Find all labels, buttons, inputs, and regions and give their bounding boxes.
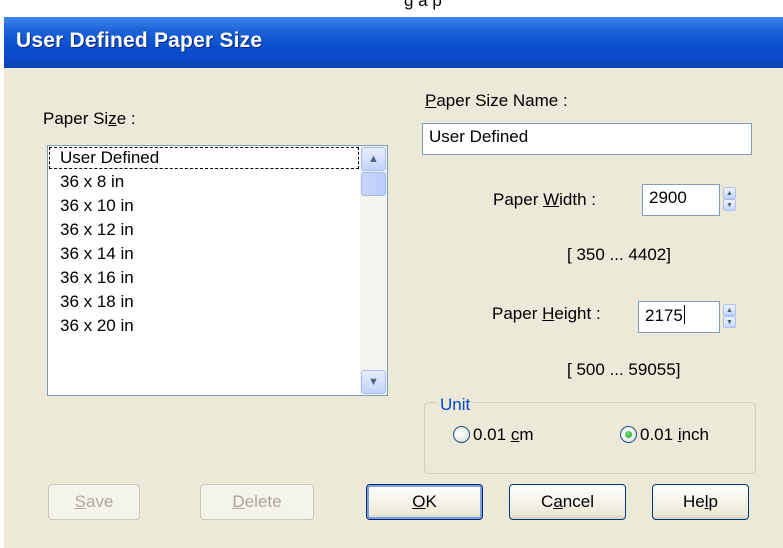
paper-size-name-label: Paper Size Name : <box>425 91 568 110</box>
background-window-text: g a p <box>404 0 442 10</box>
unit-inch-label[interactable]: 0.01 inch <box>640 425 709 445</box>
paper-width-spinner[interactable]: ▲ ▼ <box>723 187 736 211</box>
paper-width-label: Paper Width : <box>493 190 596 209</box>
paper-size-list-item[interactable]: 36 x 20 in <box>48 314 360 338</box>
cancel-button[interactable]: Ca ncel <box>509 484 626 520</box>
paper-height-spinner[interactable]: ▲ ▼ <box>723 304 736 328</box>
ok-button[interactable]: OK <box>366 484 483 520</box>
unit-cm-label[interactable]: 0.01 cm <box>473 425 533 445</box>
paper-size-list-item[interactable]: 36 x 8 in <box>48 170 360 194</box>
scroll-thumb[interactable] <box>361 172 386 196</box>
spin-down-icon[interactable]: ▼ <box>723 199 736 211</box>
paper-width-input[interactable]: 2900 <box>642 184 720 216</box>
user-defined-paper-size-dialog: User Defined Paper Size Paper Size : Use… <box>4 17 783 548</box>
delete-button[interactable]: Delete <box>200 484 314 520</box>
background-window-strip: g a p <box>0 0 783 17</box>
scroll-down-arrow-icon: ▼ <box>368 376 379 388</box>
list-scrollbar[interactable]: ▲ ▼ <box>360 146 387 395</box>
title-bar[interactable]: User Defined Paper Size <box>4 17 783 68</box>
help-button[interactable]: He l p <box>652 484 749 520</box>
paper-size-list-item[interactable]: 36 x 10 in <box>48 194 360 218</box>
scroll-up-arrow-icon: ▲ <box>368 153 379 165</box>
scroll-down-button[interactable]: ▼ <box>361 370 386 394</box>
unit-group-label: Unit <box>437 395 474 415</box>
paper-size-list: User Defined 36 x 8 in 36 x 10 in 36 x 12 i… <box>48 146 360 338</box>
paper-height-input[interactable]: 2175 <box>638 301 720 333</box>
paper-size-list-item[interactable]: User Defined <box>48 146 360 170</box>
scroll-up-button[interactable]: ▲ <box>361 147 386 171</box>
spin-up-icon[interactable]: ▲ <box>723 187 736 199</box>
paper-size-label: Paper Size : <box>43 109 136 128</box>
save-button[interactable]: Save <box>48 484 140 520</box>
paper-size-list-item[interactable]: 36 x 18 in <box>48 290 360 314</box>
paper-size-name-input[interactable]: User Defined <box>422 123 752 155</box>
paper-height-label: Paper Height : <box>492 304 601 323</box>
text-caret <box>683 305 685 324</box>
paper-size-list-item[interactable]: 36 x 14 in <box>48 242 360 266</box>
unit-inch-radio[interactable] <box>620 426 637 443</box>
paper-width-range: [ 350 ... 4402] <box>567 245 671 264</box>
spin-up-icon[interactable]: ▲ <box>723 304 736 316</box>
spin-down-icon[interactable]: ▼ <box>723 316 736 328</box>
paper-size-listbox[interactable]: User Defined 36 x 8 in 36 x 10 in 36 x 12 i… <box>47 145 388 396</box>
paper-height-range: [ 500 ... 59055] <box>567 360 681 379</box>
paper-size-list-item[interactable]: 36 x 16 in <box>48 266 360 290</box>
unit-cm-radio[interactable] <box>453 426 470 443</box>
dialog-title: User Defined Paper Size <box>16 29 263 52</box>
paper-size-list-item[interactable]: 36 x 12 in <box>48 218 360 242</box>
